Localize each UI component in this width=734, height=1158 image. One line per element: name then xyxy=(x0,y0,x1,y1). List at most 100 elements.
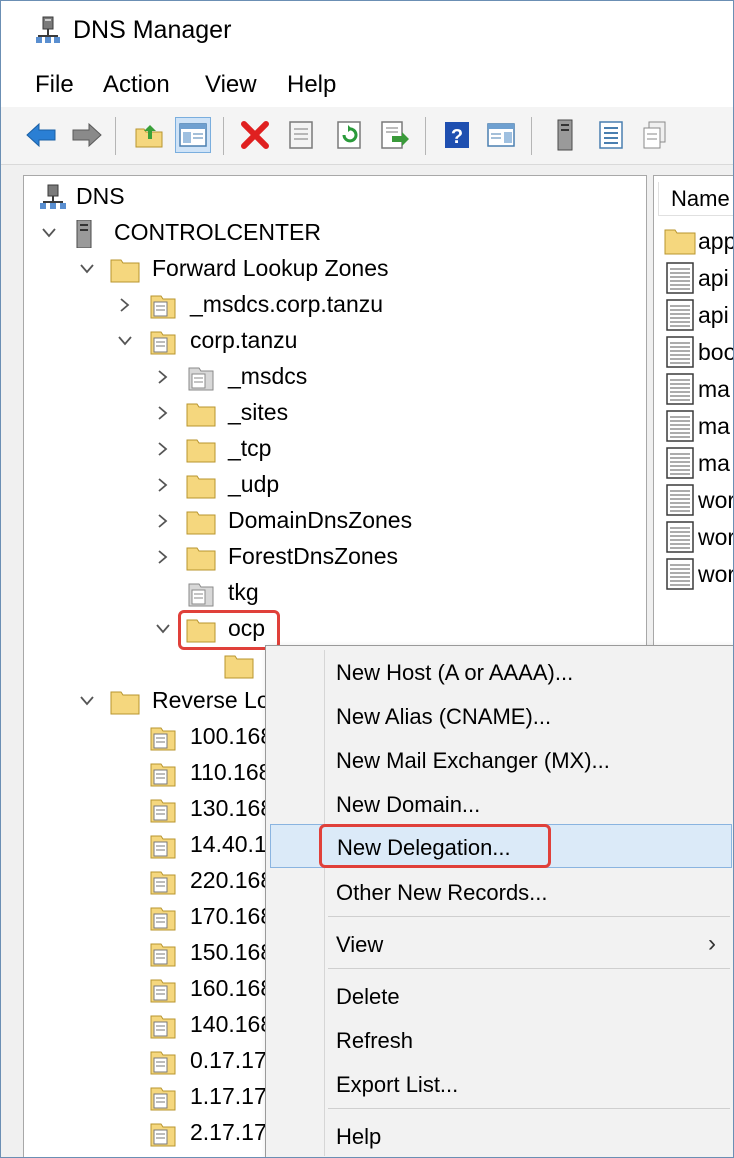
window-title: DNS Manager xyxy=(73,16,232,44)
folder-icon xyxy=(186,403,216,427)
tree-label: 100.168 xyxy=(190,723,274,749)
tree-label: 150.168 xyxy=(190,939,274,965)
tree-node-corp-tanzu[interactable]: corp.tanzu xyxy=(24,323,644,359)
up-level-button[interactable] xyxy=(131,117,167,153)
chevron-down-icon[interactable] xyxy=(112,323,138,359)
chevron-right-icon[interactable] xyxy=(150,431,176,467)
menu-item-refresh[interactable]: Refresh xyxy=(270,1018,732,1060)
chevron-right-icon[interactable] xyxy=(112,287,138,323)
chevron-right-icon[interactable] xyxy=(150,395,176,431)
forward-button[interactable] xyxy=(69,117,105,153)
tree-node-msdcs-corp-tanzu[interactable]: _msdcs.corp.tanzu xyxy=(24,287,644,323)
tree-label: Reverse Lo xyxy=(152,687,270,713)
action-pane-icon xyxy=(487,123,515,147)
folder-icon xyxy=(110,691,140,715)
submenu-arrow-icon: › xyxy=(708,930,716,957)
menu-action[interactable]: Action xyxy=(103,71,170,99)
menu-item-new-host[interactable]: New Host (A or AAAA)... xyxy=(270,650,732,692)
result-label: wor xyxy=(698,487,734,513)
record-icon xyxy=(666,558,694,590)
tree-label: _tcp xyxy=(228,435,272,461)
chevron-down-icon[interactable] xyxy=(36,215,62,251)
show-action-pane-button[interactable] xyxy=(483,117,519,153)
help-button[interactable]: ? xyxy=(439,117,475,153)
zone-icon xyxy=(150,835,176,859)
tree-node-tkg[interactable]: tkg xyxy=(24,575,644,611)
tree-node-dns[interactable]: DNS xyxy=(24,179,644,215)
chevron-right-icon[interactable] xyxy=(150,503,176,539)
menu-item-export-list[interactable]: Export List... xyxy=(270,1062,732,1104)
result-row[interactable]: ma xyxy=(662,444,733,480)
chevron-down-icon[interactable] xyxy=(74,251,100,287)
result-label: api xyxy=(698,265,729,291)
menu-item-new-domain[interactable]: New Domain... xyxy=(270,782,732,824)
folder-icon xyxy=(186,511,216,535)
chevron-down-icon[interactable] xyxy=(150,611,176,647)
record-icon xyxy=(666,336,694,368)
dns-icon xyxy=(40,184,66,209)
properties-button[interactable] xyxy=(283,117,319,153)
menu-file[interactable]: File xyxy=(35,71,74,99)
zone-icon xyxy=(150,1015,176,1039)
tree-label: tkg xyxy=(228,579,259,605)
highlight-box-ocp xyxy=(178,610,280,650)
result-row[interactable]: ma xyxy=(662,370,733,406)
tree-label: _udp xyxy=(228,471,280,497)
menu-item-delete[interactable]: Delete xyxy=(270,974,732,1016)
back-icon xyxy=(26,122,56,148)
folder-icon xyxy=(186,547,216,571)
delete-button[interactable] xyxy=(237,117,273,153)
back-button[interactable] xyxy=(23,117,59,153)
tree-node-sites[interactable]: _sites xyxy=(24,395,644,431)
show-hide-tree-icon xyxy=(179,123,207,147)
chevron-right-icon[interactable] xyxy=(150,467,176,503)
menu-item-help[interactable]: Help xyxy=(270,1114,732,1156)
menu-item-other-new-records[interactable]: Other New Records... xyxy=(270,870,732,912)
refresh-button[interactable] xyxy=(331,117,367,153)
menu-help[interactable]: Help xyxy=(287,71,336,99)
menu-view[interactable]: View xyxy=(205,71,257,99)
forward-icon xyxy=(72,122,102,148)
column-header-name[interactable]: Name xyxy=(658,182,733,216)
result-row[interactable]: wor xyxy=(662,518,733,554)
delete-icon xyxy=(241,121,269,149)
list-icon xyxy=(599,121,623,149)
list-view-button[interactable] xyxy=(593,117,629,153)
result-row[interactable]: boo xyxy=(662,333,733,369)
tree-node-domaindnszones[interactable]: DomainDnsZones xyxy=(24,503,644,539)
tree-label: 170.168 xyxy=(190,903,274,929)
tree-node-controlcenter[interactable]: CONTROLCENTER xyxy=(24,215,644,251)
tree-label: 130.168 xyxy=(190,795,274,821)
tree-label: DomainDnsZones xyxy=(228,507,413,533)
chevron-down-icon[interactable] xyxy=(74,683,100,719)
tree-node-ocp[interactable]: ocp xyxy=(24,611,644,647)
zone-icon xyxy=(150,1123,176,1147)
menu-item-new-mail-exchanger[interactable]: New Mail Exchanger (MX)... xyxy=(270,738,732,780)
result-row[interactable]: api xyxy=(662,259,733,295)
chevron-right-icon[interactable] xyxy=(150,539,176,575)
zone-icon xyxy=(150,1087,176,1111)
result-row[interactable]: wor xyxy=(662,555,733,591)
properties-icon xyxy=(289,121,313,149)
chevron-right-icon[interactable] xyxy=(150,359,176,395)
menu-item-new-alias[interactable]: New Alias (CNAME)... xyxy=(270,694,732,736)
result-row[interactable]: app xyxy=(662,222,733,258)
record-icon xyxy=(666,447,694,479)
tree-node-udp[interactable]: _udp xyxy=(24,467,644,503)
export-list-button[interactable] xyxy=(377,117,413,153)
tree-node-forestdnszones[interactable]: ForestDnsZones xyxy=(24,539,644,575)
server-view-button[interactable] xyxy=(547,117,583,153)
tree-node-msdcs[interactable]: _msdcs xyxy=(24,359,644,395)
tree-label: corp.tanzu xyxy=(190,327,298,353)
details-icon xyxy=(643,121,666,149)
menu-item-view[interactable]: View › xyxy=(270,922,732,964)
details-view-button[interactable] xyxy=(637,117,673,153)
result-row[interactable]: ma xyxy=(662,407,733,443)
result-row[interactable]: api xyxy=(662,296,733,332)
tree-node-tcp[interactable]: _tcp xyxy=(24,431,644,467)
tree-label: 110.168 xyxy=(190,759,272,785)
show-hide-console-tree-button[interactable] xyxy=(175,117,211,153)
tree-node-forward-lookup-zones[interactable]: Forward Lookup Zones xyxy=(24,251,644,287)
result-row[interactable]: wor xyxy=(662,481,734,517)
export-list-icon xyxy=(381,121,409,149)
